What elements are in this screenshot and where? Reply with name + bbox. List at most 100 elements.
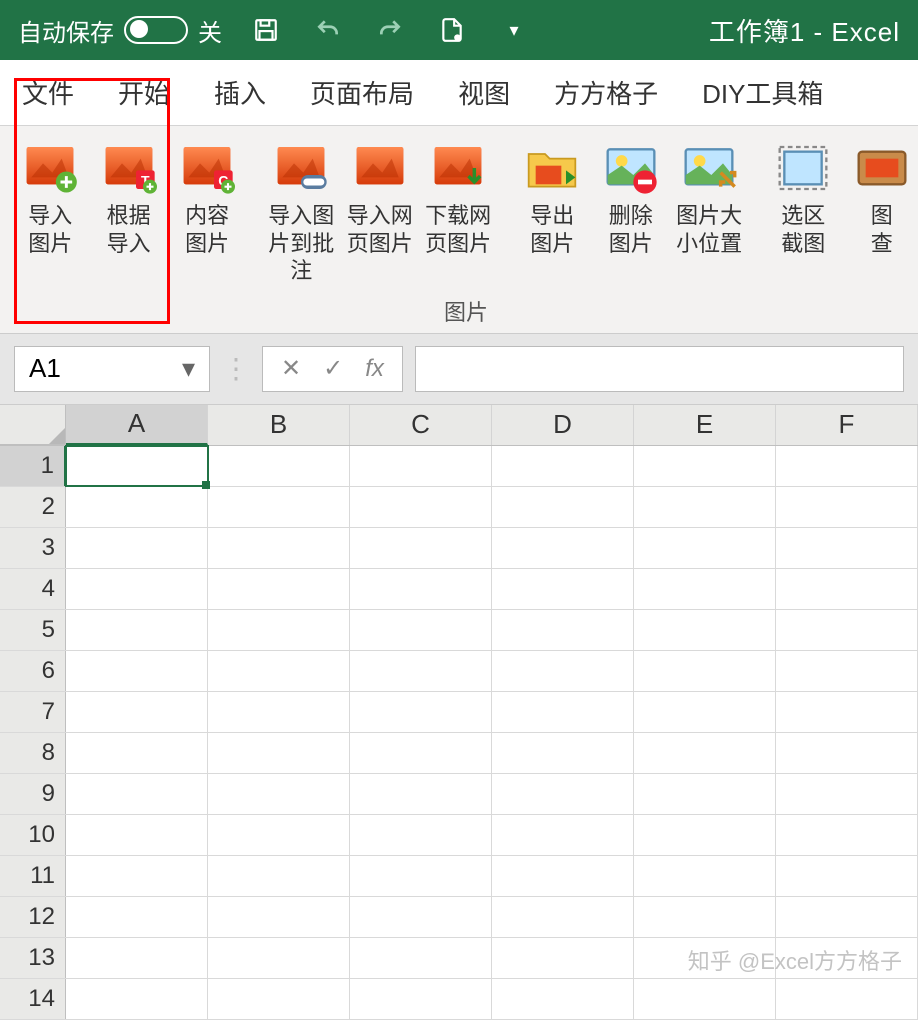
cell[interactable] xyxy=(66,569,208,609)
row-header[interactable]: 12 xyxy=(0,897,66,937)
cell[interactable] xyxy=(66,446,208,486)
dropdown-icon[interactable]: ▾ xyxy=(182,353,195,384)
row-header[interactable]: 1 xyxy=(0,446,66,486)
row-header[interactable]: 8 xyxy=(0,733,66,773)
ribbon-button-import-add[interactable]: 导入 图片 xyxy=(14,136,86,289)
cell[interactable] xyxy=(492,651,634,691)
cell[interactable] xyxy=(634,979,776,1019)
cell[interactable] xyxy=(66,774,208,814)
cell[interactable] xyxy=(776,569,918,609)
cell[interactable] xyxy=(776,528,918,568)
cell[interactable] xyxy=(208,446,350,486)
cell[interactable] xyxy=(208,979,350,1019)
cell[interactable] xyxy=(66,979,208,1019)
ribbon-button-import-t[interactable]: T 根据 导入 xyxy=(92,136,164,289)
cell[interactable] xyxy=(492,979,634,1019)
cell[interactable] xyxy=(634,651,776,691)
row-header[interactable]: 2 xyxy=(0,487,66,527)
select-all-corner[interactable] xyxy=(0,405,66,445)
cell[interactable] xyxy=(208,897,350,937)
row-header[interactable]: 10 xyxy=(0,815,66,855)
column-header[interactable]: D xyxy=(492,405,634,445)
save-icon[interactable] xyxy=(250,14,282,46)
cell[interactable] xyxy=(634,774,776,814)
cell[interactable] xyxy=(66,897,208,937)
cell[interactable] xyxy=(350,979,492,1019)
cell[interactable] xyxy=(66,610,208,650)
cell[interactable] xyxy=(776,487,918,527)
row-header[interactable]: 6 xyxy=(0,651,66,691)
cell[interactable] xyxy=(634,856,776,896)
cell[interactable] xyxy=(776,856,918,896)
cell[interactable] xyxy=(208,938,350,978)
row-header[interactable]: 14 xyxy=(0,979,66,1019)
cell[interactable] xyxy=(634,446,776,486)
cell[interactable] xyxy=(492,815,634,855)
cell[interactable] xyxy=(634,528,776,568)
cell[interactable] xyxy=(492,569,634,609)
row-header[interactable]: 11 xyxy=(0,856,66,896)
tab-page-layout[interactable]: 页面布局 xyxy=(288,60,436,125)
tab-insert[interactable]: 插入 xyxy=(192,60,288,125)
cell[interactable] xyxy=(208,528,350,568)
cell[interactable] xyxy=(492,528,634,568)
cell[interactable] xyxy=(492,487,634,527)
ribbon-button-export-folder[interactable]: 导出 图片 xyxy=(516,136,588,289)
cell[interactable] xyxy=(350,528,492,568)
ribbon-button-import-web[interactable]: 导入网 页图片 xyxy=(343,136,415,289)
cell[interactable] xyxy=(492,774,634,814)
cell[interactable] xyxy=(350,774,492,814)
ribbon-button-delete-img[interactable]: 删除 图片 xyxy=(594,136,666,289)
cell[interactable] xyxy=(492,856,634,896)
ribbon-button-content-c[interactable]: C 内容 图片 xyxy=(171,136,243,289)
formula-input[interactable] xyxy=(415,346,904,392)
cell[interactable] xyxy=(208,774,350,814)
cell[interactable] xyxy=(208,815,350,855)
cell[interactable] xyxy=(350,610,492,650)
ribbon-button-download-web[interactable]: 下载网 页图片 xyxy=(422,136,494,289)
tab-file[interactable]: 文件 xyxy=(0,60,96,125)
row-header[interactable]: 4 xyxy=(0,569,66,609)
tab-diy-toolbox[interactable]: DIY工具箱 xyxy=(680,60,845,125)
cell[interactable] xyxy=(208,692,350,732)
cell[interactable] xyxy=(350,897,492,937)
cell[interactable] xyxy=(776,815,918,855)
cell[interactable] xyxy=(634,692,776,732)
row-header[interactable]: 5 xyxy=(0,610,66,650)
customize-qat-icon[interactable]: ▾ xyxy=(498,14,530,46)
cell[interactable] xyxy=(350,569,492,609)
row-header[interactable]: 9 xyxy=(0,774,66,814)
cell[interactable] xyxy=(634,815,776,855)
cell[interactable] xyxy=(66,528,208,568)
cell[interactable] xyxy=(776,692,918,732)
ribbon-button-import-link[interactable]: 导入图 片到批注 xyxy=(265,136,337,289)
ribbon-button-selection-shot[interactable]: 选区 截图 xyxy=(767,136,839,289)
autosave-toggle[interactable]: 自动保存 关 xyxy=(18,13,222,48)
cell[interactable] xyxy=(208,651,350,691)
name-box[interactable]: A1 ▾ xyxy=(14,346,210,392)
ribbon-button-size-pos[interactable]: 图片大 小位置 xyxy=(673,136,745,289)
cell[interactable] xyxy=(350,487,492,527)
cell[interactable] xyxy=(350,692,492,732)
column-header[interactable]: C xyxy=(350,405,492,445)
cell[interactable] xyxy=(492,610,634,650)
tab-fangfang[interactable]: 方方格子 xyxy=(532,60,680,125)
undo-icon[interactable] xyxy=(312,14,344,46)
enter-icon[interactable]: ✓ xyxy=(323,354,343,383)
cell[interactable] xyxy=(350,815,492,855)
cell[interactable] xyxy=(634,487,776,527)
cell[interactable] xyxy=(208,856,350,896)
column-header[interactable]: E xyxy=(634,405,776,445)
cell[interactable] xyxy=(776,610,918,650)
cell[interactable] xyxy=(66,938,208,978)
column-header[interactable]: F xyxy=(776,405,918,445)
cell[interactable] xyxy=(350,651,492,691)
cell[interactable] xyxy=(66,651,208,691)
cell[interactable] xyxy=(634,733,776,773)
row-header[interactable]: 3 xyxy=(0,528,66,568)
cell[interactable] xyxy=(492,692,634,732)
tab-home[interactable]: 开始 xyxy=(96,60,192,125)
cell[interactable] xyxy=(208,569,350,609)
column-header[interactable]: A xyxy=(66,405,208,445)
cell[interactable] xyxy=(66,692,208,732)
